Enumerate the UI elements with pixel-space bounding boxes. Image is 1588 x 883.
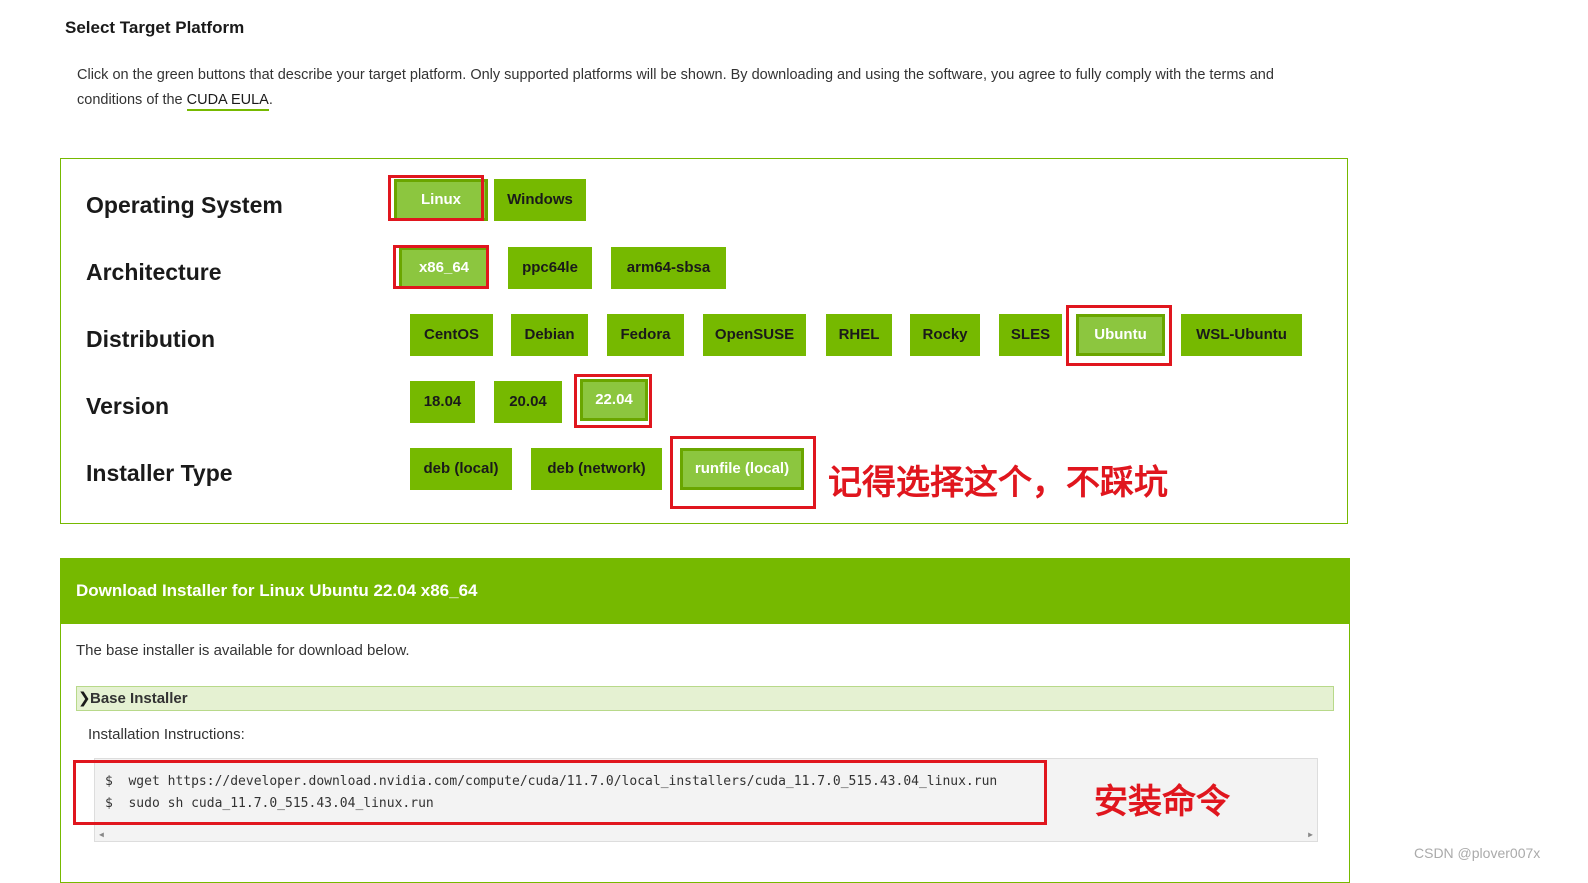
intro-paragraph: Click on the green buttons that describe… — [77, 63, 1327, 113]
base-installer-title: Base Installer — [90, 690, 188, 707]
distro-option-rocky[interactable]: Rocky — [910, 314, 980, 356]
highlight-box-x86_64 — [393, 245, 489, 289]
annotation-installer-note: 记得选择这个，不踩坑 — [828, 463, 1168, 503]
annotation-command-note: 安装命令 — [1094, 782, 1230, 822]
installer-label: Installer Type — [86, 460, 233, 486]
os-label: Operating System — [86, 192, 283, 218]
csdn-watermark: CSDN @plover007x — [1414, 845, 1541, 861]
distro-label: Distribution — [86, 326, 216, 352]
distro-option-debian[interactable]: Debian — [511, 314, 588, 356]
arch-option-ppc64le[interactable]: ppc64le — [508, 247, 592, 289]
chevron-right-icon: ❯ — [78, 690, 91, 707]
base-installer-description: The base installer is available for down… — [76, 642, 410, 659]
distro-option-wsl-ubuntu[interactable]: WSL-Ubuntu — [1181, 314, 1302, 356]
installer-option-deb-local[interactable]: deb (local) — [410, 448, 512, 490]
distro-option-opensuse[interactable]: OpenSUSE — [703, 314, 806, 356]
version-label: Version — [86, 393, 170, 419]
arch-option-arm64-sbsa[interactable]: arm64-sbsa — [611, 247, 726, 289]
base-installer-toggle[interactable]: ❯Base Installer — [76, 686, 1334, 711]
highlight-box-commands — [73, 760, 1047, 825]
intro-period: . — [268, 92, 273, 108]
scroll-left-arrow-icon[interactable]: ◀ — [99, 830, 104, 839]
distro-option-centos[interactable]: CentOS — [410, 314, 493, 356]
page-heading: Select Target Platform — [65, 18, 245, 37]
distro-option-fedora[interactable]: Fedora — [607, 314, 684, 356]
os-option-windows[interactable]: Windows — [494, 179, 586, 221]
download-panel — [60, 624, 1350, 883]
distro-option-sles[interactable]: SLES — [999, 314, 1062, 356]
highlight-box-ubuntu — [1066, 305, 1172, 366]
version-option-20-04[interactable]: 20.04 — [494, 381, 562, 423]
installation-instructions-label: Installation Instructions: — [88, 726, 245, 743]
version-option-18-04[interactable]: 18.04 — [410, 381, 475, 423]
highlight-box-linux — [388, 175, 484, 221]
distro-option-rhel[interactable]: RHEL — [826, 314, 892, 356]
highlight-box-22-04 — [574, 374, 652, 428]
scroll-right-arrow-icon[interactable]: ▶ — [1308, 830, 1313, 839]
installer-option-deb-network[interactable]: deb (network) — [531, 448, 662, 490]
highlight-box-runfile — [670, 436, 816, 509]
cuda-eula-link[interactable]: CUDA EULA — [186, 92, 269, 111]
download-header: Download Installer for Linux Ubuntu 22.0… — [60, 558, 1350, 624]
arch-label: Architecture — [86, 259, 222, 285]
